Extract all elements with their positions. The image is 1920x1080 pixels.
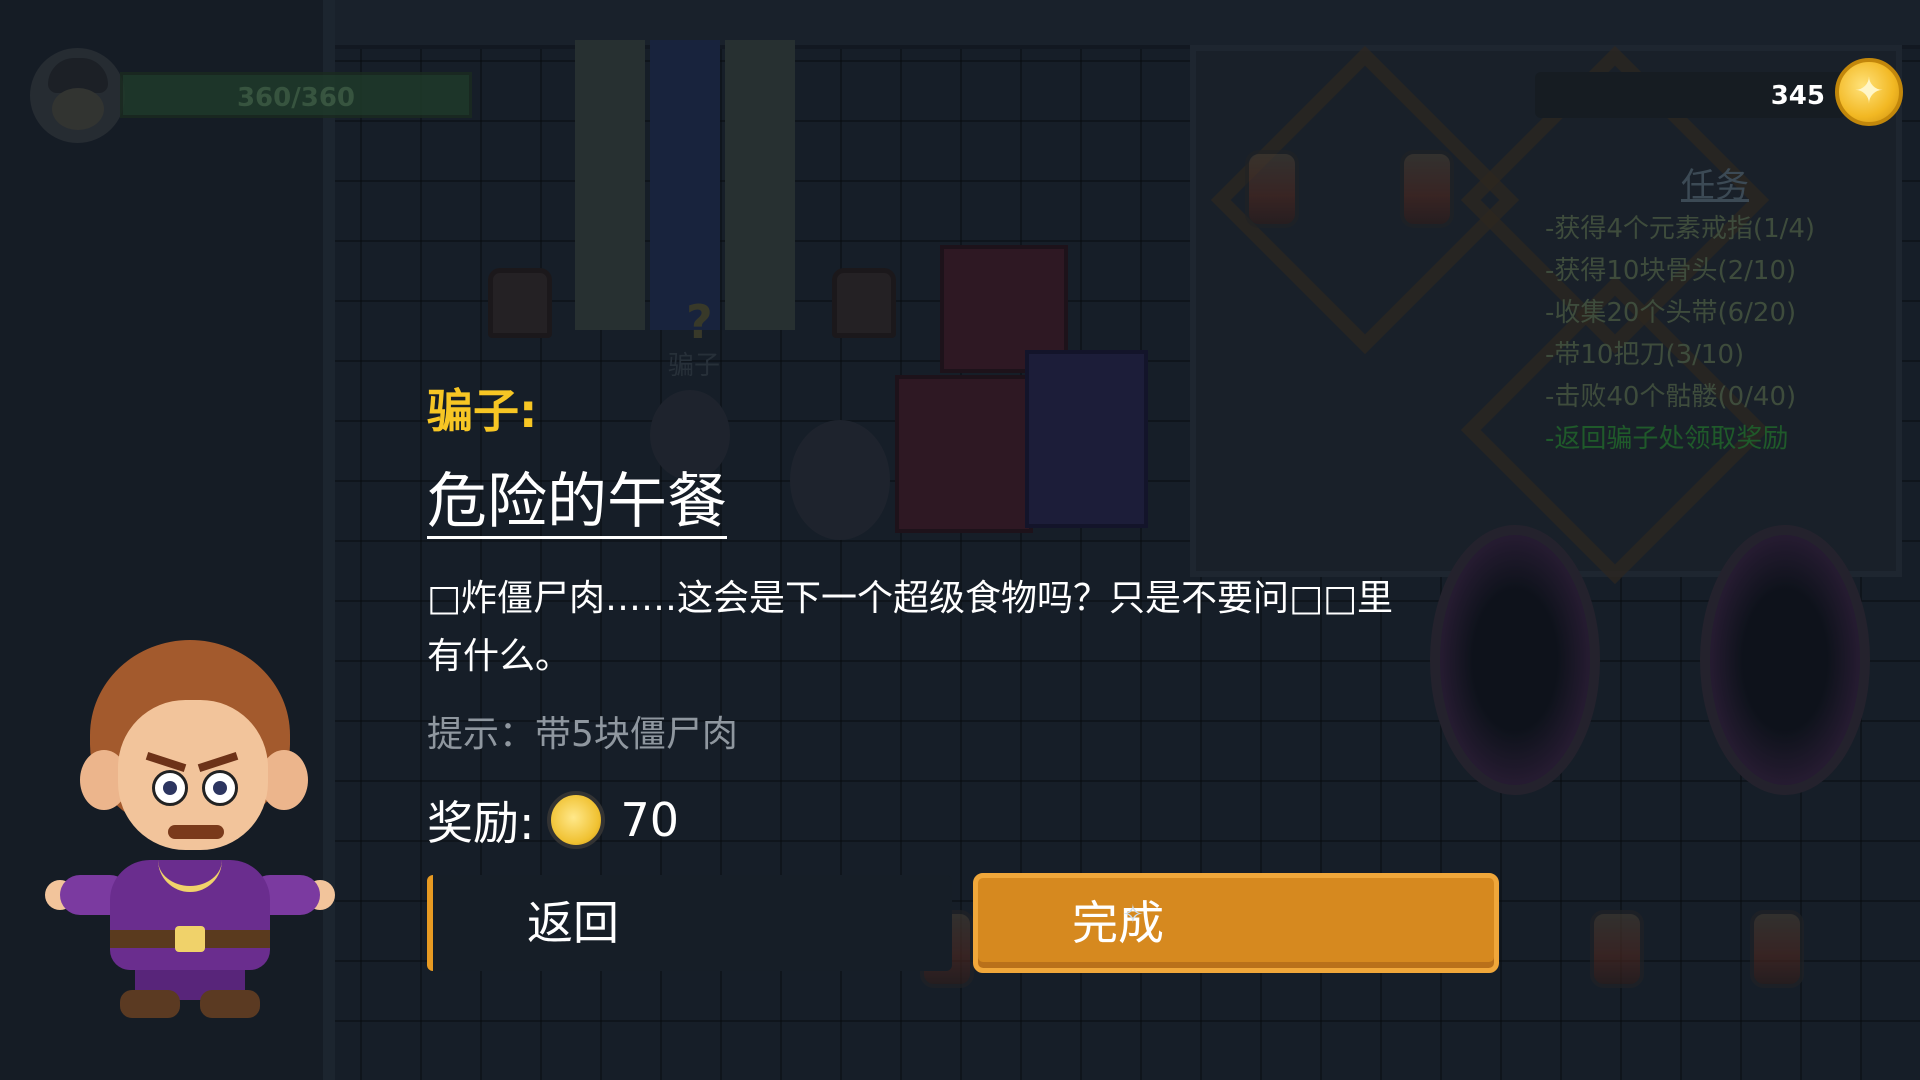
portrait-eye: [202, 770, 238, 806]
reward-label: 奖励:: [427, 796, 535, 850]
quest-item: -击败40个骷髅(0/40): [1545, 382, 1797, 412]
player-avatar-icon[interactable]: [30, 48, 125, 143]
portrait-boot: [200, 990, 260, 1018]
quest-item: -获得10块骨头(2/10): [1545, 256, 1797, 286]
cursor-icon: ✧: [1122, 900, 1144, 930]
swindler-portrait: [40, 630, 340, 1020]
quest-item: -获得4个元素戒指(1/4): [1545, 214, 1816, 244]
quest-item-return: -返回骗子处领取奖励: [1545, 424, 1789, 454]
quest-title: 危险的午餐: [427, 467, 727, 539]
back-button[interactable]: 返回: [427, 875, 952, 971]
portrait-eye: [152, 770, 188, 806]
quest-panel: 任务 -获得4个元素戒指(1/4) -获得10块骨头(2/10) -收集20个头…: [1535, 148, 1895, 568]
star-coin-icon: ✦: [1835, 58, 1903, 126]
quest-reward: 奖励: 70: [427, 790, 679, 850]
quest-hint: 提示：带5块僵尸肉: [427, 714, 738, 755]
reward-amount: 70: [620, 793, 680, 847]
quest-item: -带10把刀(3/10): [1545, 340, 1745, 370]
quest-description: □炸僵尸肉……这会是下一个超级食物吗？只是不要问□□里有什么。: [427, 578, 1394, 677]
portrait-boot: [120, 990, 180, 1018]
portrait-mustache: [168, 825, 224, 839]
portrait-buckle: [175, 926, 205, 952]
coin-icon: [546, 791, 605, 849]
complete-button[interactable]: 完成: [973, 873, 1499, 973]
health-bar: 360/360: [120, 72, 472, 118]
coin-count: 345: [1770, 81, 1825, 111]
speaker-name: 骗子:: [427, 384, 538, 438]
quest-panel-title: 任务: [1681, 166, 1749, 206]
quest-item: -收集20个头带(6/20): [1545, 298, 1797, 328]
